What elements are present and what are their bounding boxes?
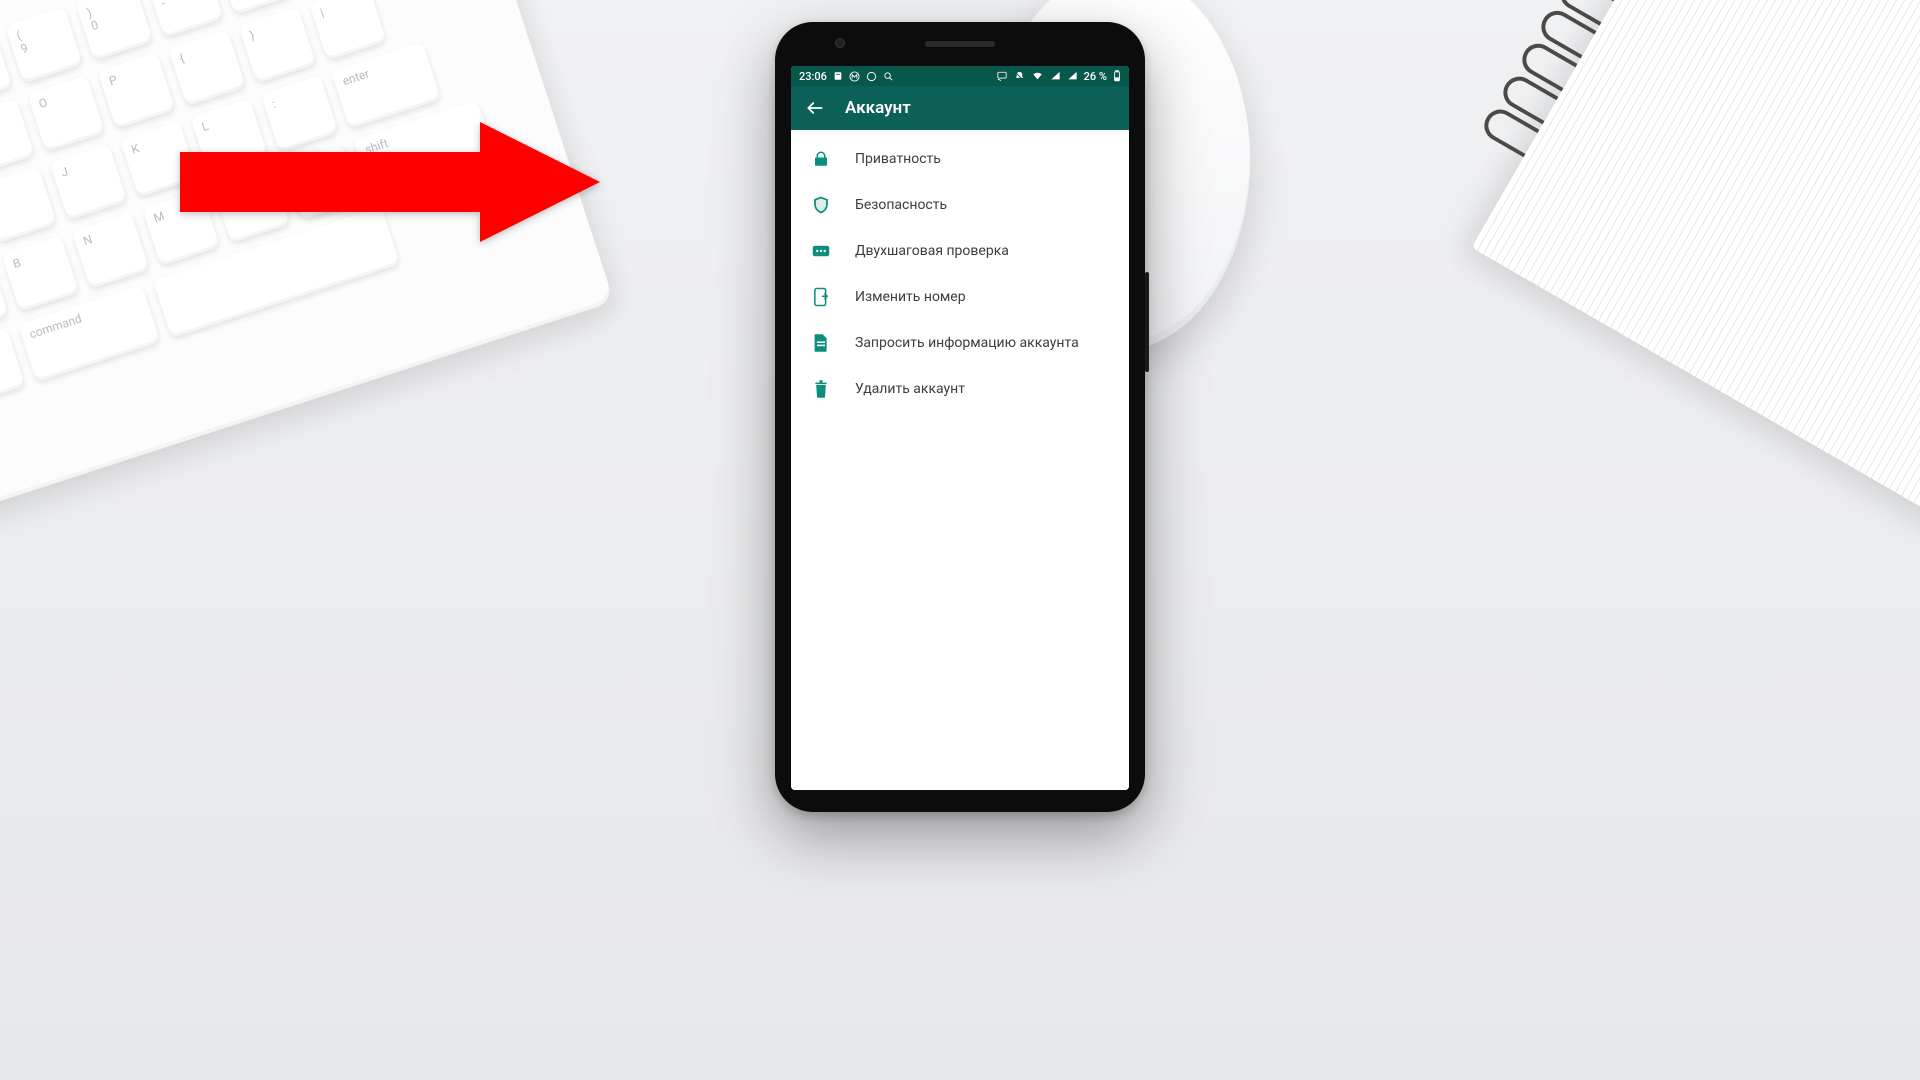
signal2-icon — [1067, 71, 1078, 81]
settings-item-privacy[interactable]: Приватность — [791, 136, 1129, 182]
back-button[interactable] — [805, 98, 825, 118]
desk-scene: %5^6&7*8(9)0_-+delete TYUIOP{}| DFGHJKL:… — [0, 0, 1920, 1080]
settings-item-label: Безопасность — [855, 197, 947, 213]
battery-icon — [1113, 70, 1121, 82]
document-icon — [811, 333, 831, 353]
m-icon — [849, 71, 860, 82]
front-camera — [835, 38, 845, 48]
notebook-prop — [1411, 0, 1920, 592]
shield-icon — [811, 196, 831, 214]
lock-icon — [811, 150, 831, 168]
account-settings-list: Приватность Безопасность Двухшаговая про… — [791, 130, 1129, 790]
settings-item-change-number[interactable]: Изменить номер — [791, 274, 1129, 320]
settings-item-label: Изменить номер — [855, 289, 966, 305]
password-icon — [811, 244, 831, 258]
settings-item-label: Удалить аккаунт — [855, 381, 965, 397]
settings-item-delete-account[interactable]: Удалить аккаунт — [791, 366, 1129, 412]
settings-item-label: Приватность — [855, 151, 941, 167]
earpiece — [925, 41, 995, 47]
signal-icon — [1050, 71, 1061, 81]
keyboard-prop: %5^6&7*8(9)0_-+delete TYUIOP{}| DFGHJKL:… — [0, 0, 614, 555]
clock-text: 23:06 — [799, 70, 827, 83]
settings-item-label: Двухшаговая проверка — [855, 243, 1009, 259]
phone-screen: 23:06 — [791, 66, 1129, 790]
search-icon — [883, 71, 894, 82]
sim-icon — [811, 287, 831, 307]
wifi-icon — [1031, 71, 1044, 81]
phone-frame: 23:06 — [775, 22, 1145, 812]
battery-text: 26 % — [1084, 70, 1107, 83]
circle-icon — [866, 71, 877, 82]
page-title: Аккаунт — [845, 98, 911, 118]
settings-item-label: Запросить информацию аккаунта — [855, 335, 1079, 351]
bell-off-icon — [1014, 71, 1025, 82]
status-bar: 23:06 — [791, 66, 1129, 86]
settings-item-request-info[interactable]: Запросить информацию аккаунта — [791, 320, 1129, 366]
cast-icon — [996, 71, 1008, 81]
settings-item-security[interactable]: Безопасность — [791, 182, 1129, 228]
callout-arrow — [180, 122, 600, 242]
settings-item-two-step[interactable]: Двухшаговая проверка — [791, 228, 1129, 274]
arrow-left-icon — [805, 98, 825, 118]
phone-top-bezel — [775, 22, 1145, 66]
trash-icon — [811, 379, 831, 399]
app-bar: Аккаунт — [791, 86, 1129, 130]
note-icon — [833, 71, 843, 81]
